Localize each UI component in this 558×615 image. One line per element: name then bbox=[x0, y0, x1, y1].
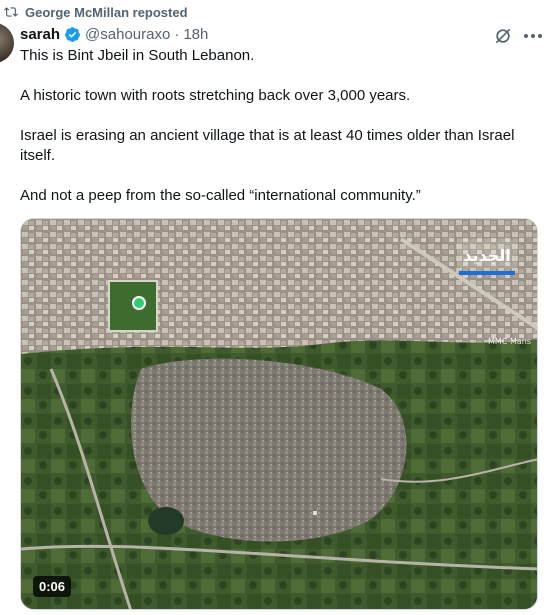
author-handle[interactable]: @sahouraxo bbox=[85, 26, 170, 43]
tweet-time[interactable]: 18h bbox=[183, 26, 208, 43]
repost-icon bbox=[3, 4, 19, 20]
channel-logo: الجديد bbox=[457, 239, 517, 283]
tweet-paragraph: Israel is erasing an ancient village tha… bbox=[20, 127, 515, 164]
repost-indicator[interactable]: George McMillan reposted bbox=[0, 3, 188, 21]
separator-dot: · bbox=[174, 25, 180, 43]
grok-icon[interactable] bbox=[493, 26, 513, 46]
video-watermark: MMC Mans bbox=[488, 337, 531, 346]
avatar[interactable] bbox=[0, 23, 14, 63]
verified-badge-icon bbox=[64, 26, 81, 43]
logo-text: الجديد bbox=[463, 246, 511, 265]
author-name[interactable]: sarah bbox=[20, 26, 60, 43]
tweet-header: sarah @sahouraxo · 18h bbox=[20, 24, 208, 44]
more-options-icon[interactable] bbox=[521, 26, 545, 46]
tweet-paragraph: This is Bint Jbeil in South Lebanon. bbox=[20, 47, 255, 64]
video-player[interactable]: الجديد MMC Mans 0:06 bbox=[20, 218, 538, 610]
tweet-paragraph: And not a peep from the so-called “inter… bbox=[20, 187, 421, 204]
tweet-paragraph: A historic town with roots stretching ba… bbox=[20, 87, 411, 104]
repost-label[interactable]: George McMillan reposted bbox=[25, 5, 188, 20]
video-timestamp: 0:06 bbox=[33, 576, 72, 597]
